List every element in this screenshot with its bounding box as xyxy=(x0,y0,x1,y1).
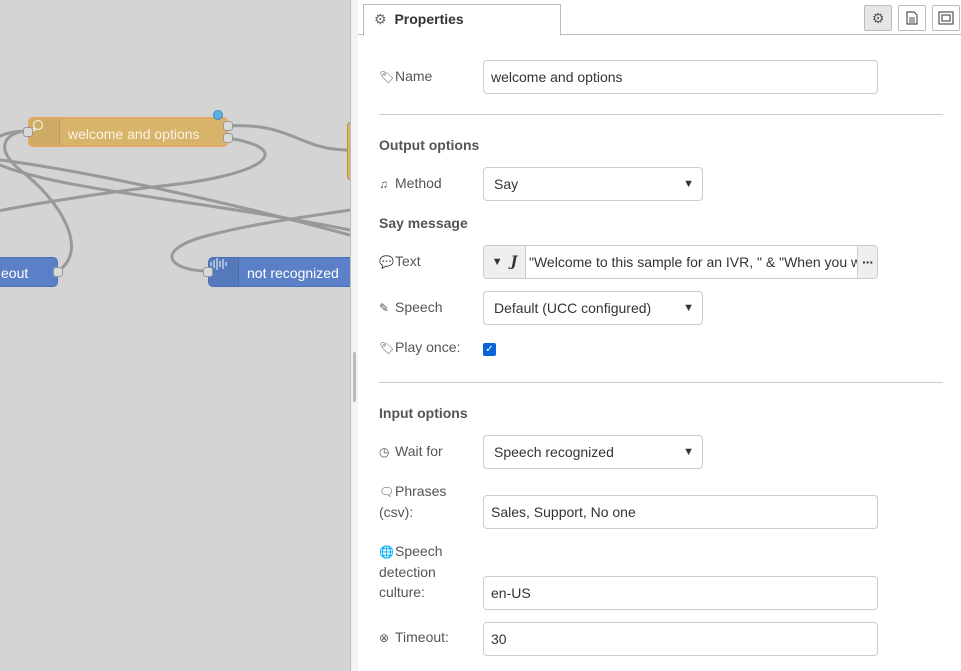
flow-node-label: eout xyxy=(1,265,29,281)
tab-label: Properties xyxy=(394,11,464,27)
comment-icon: 💬 xyxy=(379,255,394,269)
wait-for-select-value: Speech recognized xyxy=(494,444,614,460)
flow-node-welcome[interactable]: welcome and options xyxy=(28,117,228,147)
chevron-down-icon: ▼ xyxy=(683,178,694,190)
resize-grip[interactable] xyxy=(353,352,356,402)
node-appearance-button[interactable] xyxy=(932,5,960,31)
speech-bubble-icon xyxy=(30,119,60,145)
caret-down-icon: ▼ xyxy=(491,256,503,268)
type-selector-button[interactable]: ▼ J xyxy=(484,246,526,278)
output-port[interactable] xyxy=(223,133,233,143)
output-options-title: Output options xyxy=(379,137,480,153)
edit-icon: ✎ xyxy=(379,301,390,315)
method-select[interactable]: Say ▼ xyxy=(483,167,703,201)
phrases-input[interactable]: Sales, Support, No one xyxy=(483,495,878,529)
method-select-value: Say xyxy=(494,176,519,192)
close-circle-icon: ⊗ xyxy=(379,631,390,645)
wait-for-select[interactable]: Speech recognized ▼ xyxy=(483,435,703,469)
flow-canvas[interactable]: welcome and options eout not recognized xyxy=(0,0,350,671)
tag-icon: 🏷 xyxy=(379,341,395,355)
gear-icon: ⚙ xyxy=(871,9,885,26)
play-once-checkbox[interactable]: ✓ xyxy=(483,343,496,356)
text-value[interactable]: "Welcome to this sample for an IVR, " & … xyxy=(529,246,859,278)
node-settings-button[interactable]: ⚙ xyxy=(864,5,892,31)
jsonata-icon: J xyxy=(510,254,518,270)
speech-select-value: Default (UCC configured) xyxy=(494,300,652,316)
speech-select[interactable]: Default (UCC configured) ▼ xyxy=(483,291,703,325)
sidebar-resize-handle[interactable] xyxy=(350,0,358,671)
text-label: 💬Text xyxy=(379,251,421,272)
input-port[interactable] xyxy=(23,127,33,137)
globe-icon: 🌐 xyxy=(379,545,394,559)
expand-editor-button[interactable]: ··· xyxy=(857,246,877,278)
play-once-label: 🏷Play once: xyxy=(379,337,460,358)
timeout-label: ⊗ Timeout: xyxy=(379,627,449,648)
flow-node-label: welcome and options xyxy=(68,126,200,142)
node-description-button[interactable] xyxy=(898,5,926,31)
audio-wave-icon xyxy=(209,258,239,286)
output-port[interactable] xyxy=(53,267,63,277)
name-input[interactable]: welcome and options xyxy=(483,60,878,94)
wait-for-label: ◷ Wait for xyxy=(379,441,443,462)
properties-sidebar: ⚙ Properties ⚙ 🏷Name welcome and options… xyxy=(358,0,961,671)
phrases-label: 🗨Phrases (csv): xyxy=(379,483,447,520)
output-port[interactable] xyxy=(223,121,233,131)
tab-properties[interactable]: ⚙ Properties xyxy=(363,4,561,36)
file-icon xyxy=(906,11,918,25)
input-port[interactable] xyxy=(203,267,213,277)
sidebar-tabbar: ⚙ Properties ⚙ xyxy=(358,0,961,36)
gear-icon: ⚙ xyxy=(374,11,387,27)
tag-icon: 🏷 xyxy=(379,70,395,84)
music-icon: ♫ xyxy=(379,177,388,191)
chevron-down-icon: ▼ xyxy=(683,446,694,458)
divider xyxy=(379,114,943,115)
changed-indicator xyxy=(213,110,223,120)
appearance-icon xyxy=(938,11,954,25)
culture-label: 🌐Speech detection culture: xyxy=(379,543,443,600)
speech-label: ✎ Speech xyxy=(379,297,442,318)
text-typed-input[interactable]: ▼ J "Welcome to this sample for an IVR, … xyxy=(483,245,878,279)
input-options-title: Input options xyxy=(379,405,468,421)
flow-node-timeout[interactable]: eout xyxy=(0,257,58,287)
method-label: ♫ Method xyxy=(379,173,442,194)
say-message-title: Say message xyxy=(379,215,468,231)
chevron-down-icon: ▼ xyxy=(683,302,694,314)
flow-wires xyxy=(0,124,350,273)
clock-icon: ◷ xyxy=(379,445,390,459)
flow-node-not-recognized[interactable]: not recognized xyxy=(208,257,350,287)
name-label: 🏷Name xyxy=(379,66,432,87)
culture-input[interactable]: en-US xyxy=(483,576,878,610)
timeout-input[interactable]: 30 xyxy=(483,622,878,656)
flow-node-label: not recognized xyxy=(247,265,339,281)
divider xyxy=(379,382,943,383)
comments-icon: 🗨 xyxy=(379,485,395,499)
